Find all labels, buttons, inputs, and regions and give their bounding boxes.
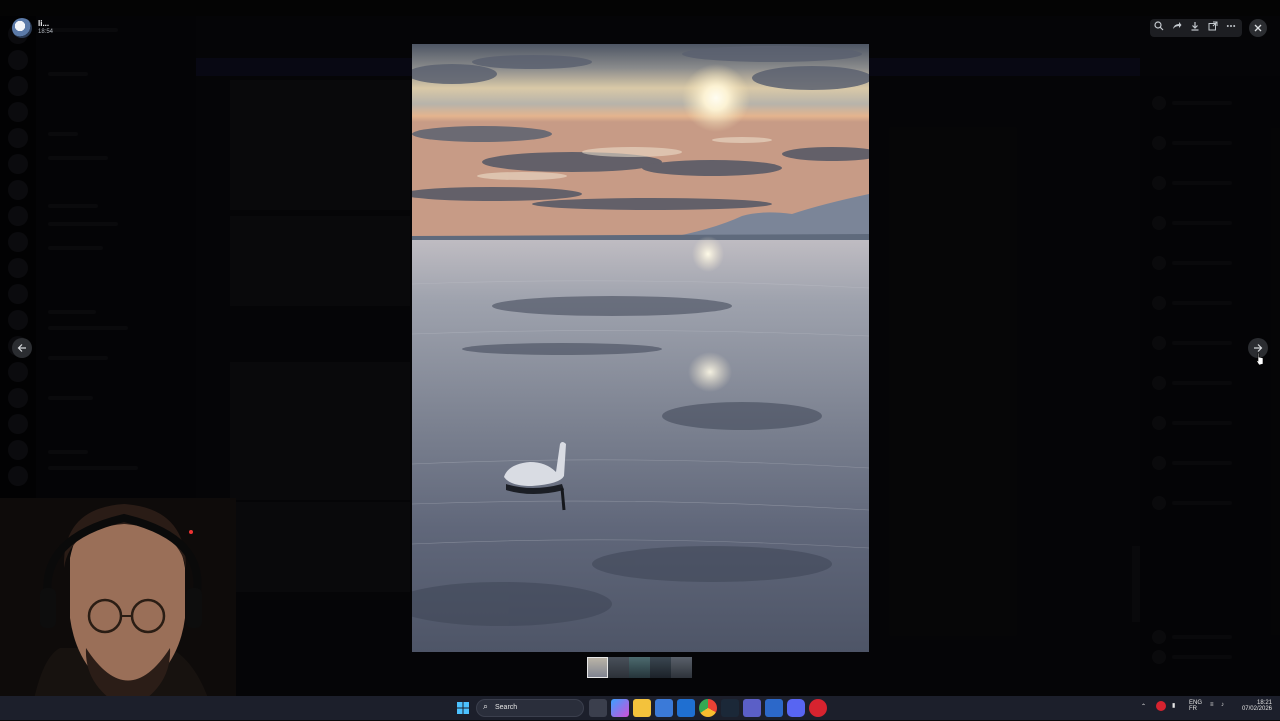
upload-timestamp: 18:54 — [38, 29, 54, 35]
viewer-image[interactable] — [412, 44, 869, 652]
previous-image-button[interactable] — [12, 338, 32, 358]
opera-icon[interactable] — [809, 699, 827, 717]
arrow-left-icon — [17, 344, 27, 356]
taskbar-search[interactable]: ⌕ Search — [476, 699, 584, 717]
wifi-icon[interactable]: ≡ — [1210, 702, 1214, 708]
language-indicator[interactable]: ENG FR — [1189, 700, 1202, 712]
uploader-name[interactable]: li... — [38, 19, 49, 28]
close-icon — [1253, 24, 1263, 36]
viewer-header: li... 18:54 — [0, 14, 1280, 44]
open-external-icon[interactable] — [1206, 21, 1220, 35]
thumbnail-item[interactable] — [671, 657, 692, 678]
task-view-icon[interactable] — [589, 699, 607, 717]
search-label: Search — [495, 704, 518, 711]
thumbnail-item[interactable] — [650, 657, 671, 678]
microsoft-store-icon[interactable] — [655, 699, 673, 717]
tray-app-icon[interactable] — [1156, 701, 1166, 711]
discord-icon[interactable] — [787, 699, 805, 717]
tray-chevron-icon[interactable]: ⌃ — [1141, 703, 1146, 710]
mouse-cursor-icon — [1255, 352, 1265, 371]
volume-icon[interactable]: ♪ — [1221, 702, 1224, 708]
mail-icon[interactable] — [677, 699, 695, 717]
phone-link-icon[interactable] — [765, 699, 783, 717]
viewer-toolbar — [1150, 19, 1242, 37]
clock-date: 07/02/2026 — [1241, 706, 1272, 712]
zoom-icon[interactable] — [1152, 21, 1166, 35]
close-viewer-button[interactable] — [1249, 19, 1267, 37]
chrome-icon[interactable] — [699, 699, 717, 717]
taskbar: ⌕ Search ⌃ ▮ ENG FR ≡ ♪ 18:21 07/02/2026 — [0, 696, 1280, 720]
forward-icon[interactable] — [1170, 21, 1184, 35]
file-explorer-icon[interactable] — [633, 699, 651, 717]
clock[interactable]: 18:21 07/02/2026 — [1238, 700, 1272, 712]
thumbnail-item[interactable] — [629, 657, 650, 678]
microphone-icon[interactable]: ▮ — [1172, 702, 1175, 709]
avatar[interactable] — [12, 18, 32, 38]
thumbnail-item[interactable] — [587, 657, 608, 678]
steam-icon[interactable] — [721, 699, 739, 717]
thumbnail-item[interactable] — [608, 657, 629, 678]
teams-icon[interactable] — [743, 699, 761, 717]
download-icon[interactable] — [1188, 21, 1202, 35]
thumbnail-strip — [587, 657, 692, 678]
copilot-icon[interactable] — [611, 699, 629, 717]
start-button[interactable] — [454, 699, 472, 717]
search-icon: ⌕ — [483, 701, 489, 711]
webcam-overlay — [0, 498, 236, 720]
language-bottom: FR — [1189, 706, 1197, 712]
more-icon[interactable] — [1224, 21, 1238, 35]
